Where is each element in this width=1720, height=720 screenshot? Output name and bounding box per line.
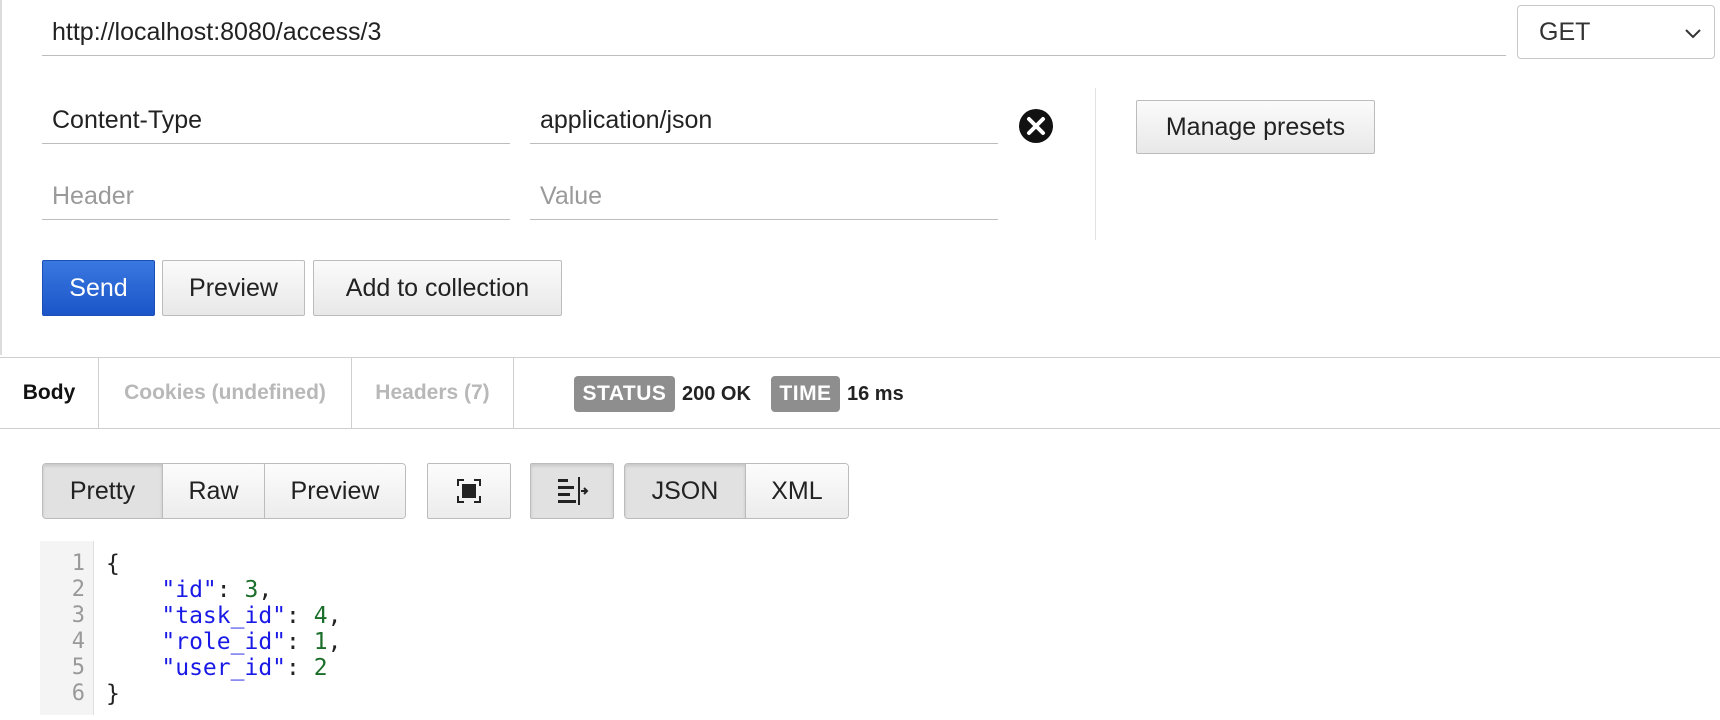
new-header-key-input[interactable] bbox=[42, 174, 510, 220]
json-value: 2 bbox=[313, 655, 328, 681]
wrap-lines-icon bbox=[558, 477, 589, 505]
json-sep: , bbox=[258, 577, 273, 603]
code-line: "role_id": 1, bbox=[161, 629, 342, 655]
left-border bbox=[0, 0, 2, 355]
add-to-collection-button[interactable]: Add to collection bbox=[313, 260, 562, 316]
response-tabs-bar: Body Cookies (undefined) Headers (7) STA… bbox=[0, 357, 1720, 429]
fullscreen-button[interactable] bbox=[427, 463, 511, 519]
tab-headers[interactable]: Headers (7) bbox=[352, 358, 513, 428]
line-number: 3 bbox=[71, 603, 85, 628]
json-value: 4 bbox=[313, 603, 328, 629]
pretty-button[interactable]: Pretty bbox=[43, 464, 162, 518]
json-value: 1 bbox=[313, 629, 328, 655]
manage-presets-button[interactable]: Manage presets bbox=[1136, 100, 1375, 154]
code-line: "id": 3, bbox=[161, 577, 273, 603]
header-divider bbox=[1095, 88, 1096, 240]
code-line: "task_id": 4, bbox=[161, 603, 342, 629]
chevron-down-icon bbox=[1685, 29, 1701, 39]
wrap-lines-button[interactable] bbox=[530, 463, 614, 519]
line-number: 2 bbox=[71, 577, 85, 602]
line-number: 5 bbox=[71, 655, 85, 680]
send-button[interactable]: Send bbox=[42, 260, 155, 316]
xml-button[interactable]: XML bbox=[744, 464, 848, 518]
header-key-input[interactable] bbox=[42, 98, 510, 144]
tab-divider bbox=[513, 358, 514, 428]
time-value: 16 ms bbox=[847, 382, 904, 405]
view-mode-group: Pretty Raw Preview bbox=[42, 463, 406, 519]
raw-button[interactable]: Raw bbox=[162, 464, 264, 518]
status-badge: STATUS bbox=[574, 376, 675, 412]
json-key: "role_id" bbox=[161, 629, 287, 655]
method-select[interactable]: GET bbox=[1517, 5, 1715, 59]
method-label: GET bbox=[1539, 17, 1591, 46]
status-value: 200 OK bbox=[682, 382, 751, 405]
tab-body[interactable]: Body bbox=[0, 358, 98, 428]
preview-button[interactable]: Preview bbox=[162, 260, 305, 316]
json-sep: , bbox=[327, 603, 342, 629]
code-line: "user_id": 2 bbox=[161, 655, 328, 681]
json-sep: , bbox=[327, 629, 342, 655]
code-line-open: { bbox=[106, 551, 120, 577]
line-number: 4 bbox=[71, 629, 85, 654]
json-key: "user_id" bbox=[161, 655, 287, 681]
preview-format-button[interactable]: Preview bbox=[264, 464, 405, 518]
remove-header-icon[interactable] bbox=[1018, 108, 1054, 144]
json-key: "task_id" bbox=[161, 603, 287, 629]
json-key: "id" bbox=[161, 577, 217, 603]
line-number: 6 bbox=[71, 681, 85, 706]
time-badge: TIME bbox=[771, 376, 840, 412]
content-type-group: JSON XML bbox=[624, 463, 849, 519]
line-number-gutter: 1 2 3 4 5 6 bbox=[40, 541, 94, 715]
header-value-input[interactable] bbox=[530, 98, 998, 144]
json-value: 3 bbox=[244, 577, 259, 603]
new-header-value-input[interactable] bbox=[530, 174, 998, 220]
code-line-close: } bbox=[106, 681, 120, 707]
url-input[interactable] bbox=[42, 10, 1506, 56]
tab-cookies[interactable]: Cookies (undefined) bbox=[99, 358, 351, 428]
fullscreen-icon bbox=[457, 479, 481, 503]
line-number: 1 bbox=[71, 551, 85, 576]
json-button[interactable]: JSON bbox=[625, 464, 745, 518]
